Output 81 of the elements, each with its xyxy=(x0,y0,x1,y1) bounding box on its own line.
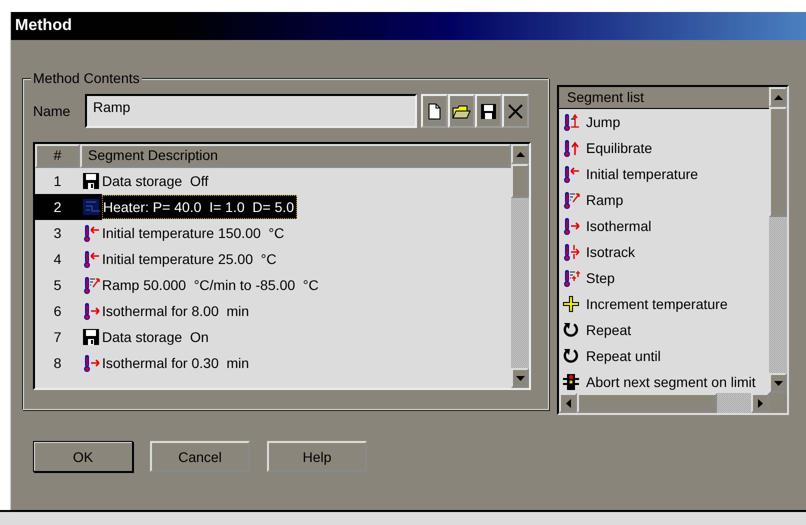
toolbar-button[interactable] xyxy=(421,94,448,128)
scroll-thumb[interactable] xyxy=(511,164,529,198)
segment-list-item[interactable]: Initial temperature xyxy=(559,161,769,187)
group-title: Method Contents xyxy=(31,70,142,86)
segment-number: 7 xyxy=(52,329,62,345)
circular-arrow-icon xyxy=(562,347,580,365)
segment-description: Heater: P= 40.0 I= 1.0 D= 5.0 xyxy=(102,195,298,219)
segment-row[interactable]: 7 Data storage On xyxy=(35,324,511,350)
segment-number: 6 xyxy=(52,303,62,319)
toolbar-button[interactable] xyxy=(448,94,475,128)
segment-description: Initial temperature 150.00 °C xyxy=(102,225,284,241)
plus-icon xyxy=(562,295,580,313)
scrollbar[interactable] xyxy=(559,393,769,413)
thermometer-icon xyxy=(562,139,580,157)
thermometer-icon xyxy=(562,113,580,131)
segment-row[interactable]: 2 Heater: P= 40.0 I= 1.0 D= 5.0 xyxy=(35,194,511,220)
segment-number: 8 xyxy=(52,355,62,371)
traffic-light-icon xyxy=(562,373,580,391)
segment-list-item[interactable]: Isotrack xyxy=(559,239,769,265)
segment-list-item[interactable]: Repeat xyxy=(559,317,769,343)
segment-row[interactable]: 4 Initial temperature 25.00 °C xyxy=(35,246,511,272)
floppy-icon xyxy=(82,172,100,190)
column-header[interactable]: # xyxy=(35,144,80,168)
up-arrow-icon xyxy=(774,94,782,100)
segment-row[interactable]: 6 Isothermal for 8.00 min xyxy=(35,298,511,324)
thermometer-icon xyxy=(82,302,100,320)
thermometer-icon xyxy=(82,354,100,372)
scrollbar[interactable] xyxy=(769,87,787,393)
scrollbar[interactable] xyxy=(511,144,529,388)
scroll-thumb[interactable] xyxy=(577,393,717,413)
segment-description: Initial temperature 25.00 °C xyxy=(102,251,276,267)
segment-list-item[interactable]: Repeat until xyxy=(559,343,769,369)
toolbar-button[interactable] xyxy=(475,94,502,128)
circular-arrow-icon xyxy=(562,321,580,339)
save-icon xyxy=(479,102,498,120)
name-field[interactable]: Ramp xyxy=(85,94,417,128)
segment-description: Ramp 50.000 °C/min to -85.00 °C xyxy=(102,277,319,293)
thermometer-icon xyxy=(82,276,100,294)
window-title: Method xyxy=(11,12,806,40)
field-label: Name xyxy=(33,103,72,119)
segment-list-item[interactable]: Increment temperature xyxy=(559,291,769,317)
floppy-icon xyxy=(82,328,100,346)
segment-number: 5 xyxy=(52,277,62,293)
right-arrow-icon xyxy=(758,398,762,408)
dialog-button[interactable]: Help xyxy=(267,441,367,472)
close-icon xyxy=(506,102,525,120)
segment-list-item[interactable]: Jump xyxy=(559,109,769,135)
thermometer-icon xyxy=(82,250,100,268)
segment-number: 3 xyxy=(52,225,62,241)
column-header[interactable]: Segment Description xyxy=(80,144,511,168)
segment-list-item[interactable]: Abort next segment on limit xyxy=(559,369,769,393)
segment-list-item[interactable]: Step xyxy=(559,265,769,291)
down-arrow-icon xyxy=(516,376,524,380)
segment-row[interactable]: 1 Data storage Off xyxy=(35,168,511,194)
down-arrow-icon xyxy=(774,380,782,386)
thermometer-icon xyxy=(562,191,580,209)
segment-description: Data storage On xyxy=(102,329,209,345)
segment-row[interactable]: 3 Initial temperature 150.00 °C xyxy=(35,220,511,246)
left-arrow-icon xyxy=(566,398,570,408)
segment-description: Isothermal for 0.30 min xyxy=(102,355,250,371)
dialog-button[interactable]: Cancel xyxy=(150,441,250,472)
segment-list-item[interactable]: Isothermal xyxy=(559,213,769,239)
thermometer-icon xyxy=(562,243,580,261)
segment-description: Data storage Off xyxy=(102,173,208,189)
thermometer-icon xyxy=(562,165,580,183)
segment-list-item[interactable]: Equilibrate xyxy=(559,135,769,161)
segment-description: Isothermal for 8.00 min xyxy=(102,303,250,319)
list-header: Segment list xyxy=(559,87,769,109)
up-arrow-icon xyxy=(516,152,524,156)
segment-number: 1 xyxy=(52,173,62,189)
segment-row[interactable]: 8 Isothermal for 0.30 min xyxy=(35,350,511,376)
toolbar-button[interactable] xyxy=(502,94,529,128)
segment-list-item[interactable]: Ramp xyxy=(559,187,769,213)
segment-row[interactable]: 5 Ramp 50.000 °C/min to -85.00 °C xyxy=(35,272,511,298)
thermometer-icon xyxy=(562,269,580,287)
segment-number: 4 xyxy=(52,251,62,267)
segment-number: 2 xyxy=(35,194,80,220)
thermometer-icon xyxy=(82,224,100,242)
thermometer-icon xyxy=(562,217,580,235)
dialog-button[interactable]: OK xyxy=(33,441,133,472)
scroll-thumb[interactable] xyxy=(769,107,787,217)
